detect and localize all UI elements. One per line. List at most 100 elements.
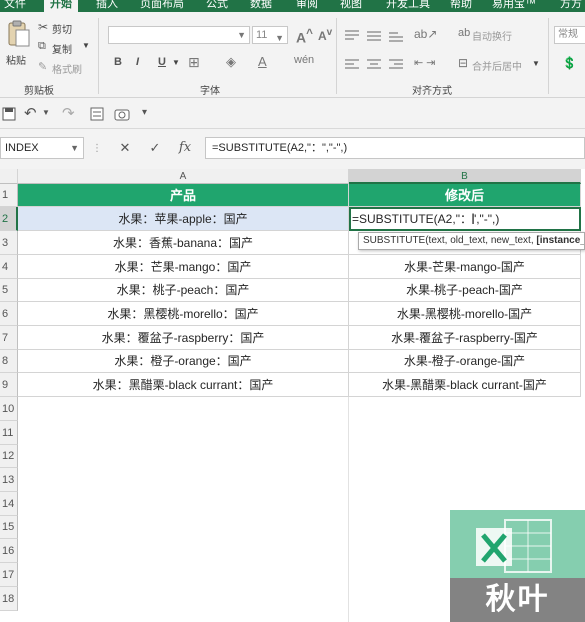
row-header[interactable]: 4 bbox=[0, 255, 18, 279]
tab-data[interactable]: 数据 bbox=[250, 0, 272, 12]
row-header[interactable]: 11 bbox=[0, 421, 18, 445]
row-header[interactable]: 15 bbox=[0, 516, 18, 539]
row-header[interactable]: 2 bbox=[0, 207, 18, 231]
redo-icon[interactable]: ↷ bbox=[62, 104, 75, 122]
number-format-combo[interactable]: 常规 bbox=[554, 26, 585, 44]
tab-help[interactable]: 帮助 bbox=[450, 0, 472, 12]
row-header[interactable]: 5 bbox=[0, 279, 18, 302]
italic-button[interactable]: I bbox=[136, 56, 139, 68]
tab-home[interactable]: 开始 bbox=[44, 0, 78, 12]
table-cell[interactable]: 水果-橙子-orange-国产 bbox=[349, 350, 581, 373]
row-header[interactable]: 12 bbox=[0, 445, 18, 468]
paintbrush-icon: ✎ bbox=[38, 61, 48, 73]
tab-file[interactable]: 文件 bbox=[4, 0, 26, 12]
tab-insert[interactable]: 插入 bbox=[96, 0, 118, 12]
tab-addin-fangfang[interactable]: 方方 bbox=[560, 0, 582, 12]
row-header[interactable]: 6 bbox=[0, 302, 18, 326]
chevron-down-icon: ▼ bbox=[42, 108, 50, 117]
confirm-entry-button[interactable]: ✓ bbox=[142, 137, 168, 159]
phonetic-icon[interactable]: wén bbox=[294, 54, 314, 66]
table-cell[interactable]: 水果：黑樱桃-morello：国产 bbox=[18, 302, 349, 326]
indent-icon[interactable]: ⇤ ⇥ bbox=[414, 56, 436, 69]
grow-font-icon[interactable]: A^ bbox=[296, 27, 313, 46]
column-header-a[interactable]: A bbox=[18, 169, 349, 184]
align-top-icon[interactable] bbox=[344, 30, 360, 42]
fill-color-icon[interactable]: ◈ bbox=[226, 54, 236, 70]
merge-center-button[interactable]: 合并后居中 bbox=[472, 58, 522, 73]
format-painter-button[interactable]: ✎ 格式刷 bbox=[38, 60, 90, 76]
undo-icon[interactable]: ↶ bbox=[24, 104, 37, 122]
table-cell[interactable]: 水果-芒果-mango-国产 bbox=[349, 255, 581, 279]
table-cell[interactable]: 水果-桃子-peach-国产 bbox=[349, 279, 581, 302]
row-header[interactable]: 17 bbox=[0, 563, 18, 587]
tooltip-args: SUBSTITUTE(text, old_text, new_text, bbox=[363, 235, 537, 246]
align-bottom-icon[interactable] bbox=[388, 30, 404, 42]
name-box-value: INDEX bbox=[5, 142, 39, 154]
function-argument-tooltip[interactable]: SUBSTITUTE(text, old_text, new_text, [in… bbox=[358, 232, 585, 250]
font-group-label: 字体 bbox=[200, 86, 220, 97]
tab-review[interactable]: 审阅 bbox=[296, 0, 318, 12]
select-all-corner[interactable] bbox=[0, 169, 18, 184]
form-icon[interactable] bbox=[90, 107, 104, 121]
row-header[interactable]: 3 bbox=[0, 231, 18, 255]
borders-icon[interactable]: ⊞ bbox=[188, 54, 200, 71]
camera-icon[interactable] bbox=[114, 107, 130, 121]
row-header[interactable]: 7 bbox=[0, 326, 18, 350]
row-header[interactable]: 18 bbox=[0, 587, 18, 611]
tab-view[interactable]: 视图 bbox=[340, 0, 362, 12]
align-center-icon[interactable] bbox=[366, 58, 382, 70]
excel-logo-icon bbox=[450, 510, 585, 578]
table-cell[interactable]: 水果：桃子-peach：国产 bbox=[18, 279, 349, 302]
table-cell[interactable]: 水果：黑醋栗-black currant：国产 bbox=[18, 373, 349, 397]
align-middle-icon[interactable] bbox=[366, 30, 382, 42]
merge-icon: ⊟ bbox=[458, 56, 469, 70]
insert-function-button[interactable]: fx bbox=[172, 137, 198, 159]
active-cell-b2[interactable]: =SUBSTITUTE(A2,"：","-",) bbox=[349, 207, 581, 231]
row-header[interactable]: 16 bbox=[0, 539, 18, 563]
formula-input[interactable]: =SUBSTITUTE(A2,"：","-",) bbox=[205, 137, 585, 159]
font-size-combo[interactable]: 11 ▼ bbox=[252, 26, 288, 44]
cut-button[interactable]: ✂ 剪切 bbox=[38, 20, 82, 36]
align-right-icon[interactable] bbox=[388, 58, 404, 70]
bold-button[interactable]: B bbox=[114, 56, 122, 68]
shrink-font-icon[interactable]: Av bbox=[318, 27, 332, 43]
row-header[interactable]: 10 bbox=[0, 397, 18, 421]
alignment-group-label: 对齐方式 bbox=[412, 86, 452, 97]
table-cell[interactable]: 水果-覆盆子-raspberry-国产 bbox=[349, 326, 581, 350]
copy-label: 复制 bbox=[52, 45, 72, 56]
copy-button[interactable]: ⧉ 复制 ▼ bbox=[38, 40, 90, 56]
align-left-icon[interactable] bbox=[344, 58, 360, 70]
row-header[interactable]: 14 bbox=[0, 492, 18, 516]
column-header-b[interactable]: B bbox=[349, 169, 581, 184]
table-cell[interactable]: 水果：覆盆子-raspberry：国产 bbox=[18, 326, 349, 350]
table-header-product[interactable]: 产品 bbox=[18, 184, 349, 207]
row-header[interactable]: 1 bbox=[0, 184, 18, 207]
name-box[interactable]: INDEX ▼ bbox=[0, 137, 84, 159]
tab-developer[interactable]: 开发工具 bbox=[386, 0, 430, 12]
cancel-entry-button[interactable]: ✕ bbox=[112, 137, 138, 159]
tab-page-layout[interactable]: 页面布局 bbox=[140, 0, 184, 12]
tab-addin-yiyongbao[interactable]: 易用宝™ bbox=[492, 0, 536, 12]
font-color-icon[interactable]: A bbox=[258, 54, 267, 69]
table-cell-a2[interactable]: 水果：苹果-apple：国产 bbox=[18, 207, 349, 231]
group-divider bbox=[336, 18, 337, 94]
copy-icon: ⧉ bbox=[38, 40, 46, 52]
table-header-modified[interactable]: 修改后 bbox=[349, 184, 581, 207]
row-header[interactable]: 9 bbox=[0, 373, 18, 397]
row-header[interactable]: 13 bbox=[0, 468, 18, 492]
save-icon[interactable] bbox=[2, 107, 16, 121]
table-cell[interactable]: 水果：橙子-orange：国产 bbox=[18, 350, 349, 373]
paste-button[interactable]: 粘贴 bbox=[4, 18, 32, 68]
table-cell[interactable]: 水果-黑醋栗-black currant-国产 bbox=[349, 373, 581, 397]
underline-button[interactable]: U bbox=[158, 56, 166, 68]
wrap-text-button[interactable]: 自动换行 bbox=[472, 28, 512, 43]
currency-icon[interactable]: 💲 bbox=[562, 56, 577, 70]
customize-toolbar-icon[interactable]: ▾ bbox=[142, 107, 147, 118]
font-name-combo[interactable]: ▼ bbox=[108, 26, 250, 44]
table-cell[interactable]: 水果：香蕉-banana：国产 bbox=[18, 231, 349, 255]
orientation-icon[interactable]: ab↗ bbox=[414, 27, 437, 41]
table-cell[interactable]: 水果-黑樱桃-morello-国产 bbox=[349, 302, 581, 326]
row-header[interactable]: 8 bbox=[0, 350, 18, 373]
table-cell[interactable]: 水果：芒果-mango：国产 bbox=[18, 255, 349, 279]
tab-formulas[interactable]: 公式 bbox=[206, 0, 228, 12]
